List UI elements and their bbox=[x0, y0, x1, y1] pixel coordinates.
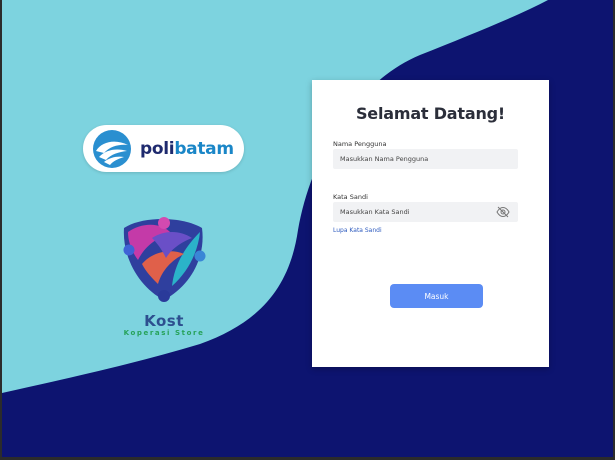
username-input[interactable] bbox=[340, 155, 490, 163]
login-card: Selamat Datang! Nama Pengguna Kata Sandi… bbox=[312, 80, 549, 367]
polibatam-logo: polibatam bbox=[83, 125, 244, 172]
polibatam-suffix: batam bbox=[174, 138, 234, 159]
kost-emblem-icon bbox=[123, 217, 206, 302]
kost-lettering: Kost bbox=[144, 312, 184, 330]
kost-tagline: Koperasi Store bbox=[123, 329, 205, 337]
polibatam-emblem-icon bbox=[93, 129, 131, 168]
username-label: Nama Pengguna bbox=[333, 140, 387, 148]
page-title: Selamat Datang! bbox=[355, 104, 505, 123]
polibatam-prefix: poli bbox=[140, 138, 175, 159]
forgot-password-link[interactable]: Lupa Kata Sandi bbox=[333, 227, 382, 234]
polibatam-wordmark: polibatam bbox=[140, 139, 234, 159]
username-field[interactable] bbox=[333, 149, 518, 169]
password-label: Kata Sandi bbox=[333, 193, 368, 201]
login-button[interactable]: Masuk bbox=[390, 284, 483, 308]
password-field[interactable] bbox=[333, 202, 518, 222]
eye-off-icon[interactable] bbox=[496, 206, 510, 218]
password-input[interactable] bbox=[340, 208, 490, 216]
kost-logo: Kost Koperasi Store bbox=[112, 208, 216, 338]
